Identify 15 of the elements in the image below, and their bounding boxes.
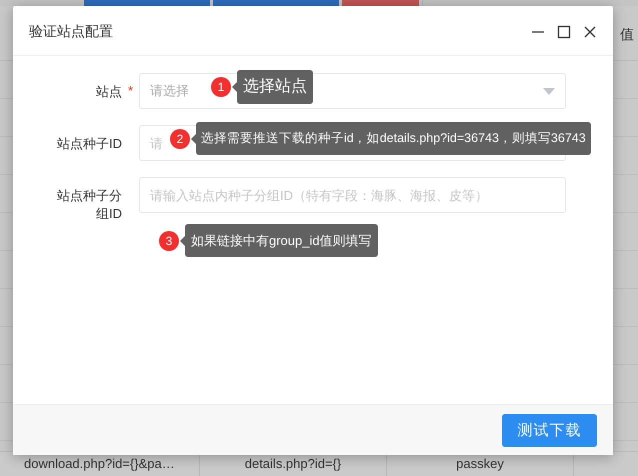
tooltip: 选择需要推送下载的种子id，如details.php?id=36743，则填写36743 — [196, 122, 591, 155]
column-header: 值 — [620, 26, 634, 44]
caret-icon — [543, 88, 555, 94]
number-badge: 3 — [159, 230, 179, 250]
maximize-icon[interactable] — [557, 24, 571, 38]
field-label: 站点 — [96, 83, 122, 101]
close-icon[interactable] — [583, 24, 597, 38]
tooltip: 选择站点 — [237, 70, 313, 104]
field-label: 站点种子分组ID — [56, 187, 122, 223]
test-download-button[interactable]: 测试下载 — [502, 414, 597, 446]
tooltip: 如果链接中有group_id值则填写 — [185, 224, 378, 257]
field-label: 站点种子ID — [56, 135, 122, 153]
input-field[interactable]: 请输入站点内种子分组ID（特有字段：海豚、海报、皮等） — [139, 177, 566, 213]
required-mark: * — [126, 83, 134, 98]
dialog-title: 验证站点配置 — [29, 22, 113, 40]
